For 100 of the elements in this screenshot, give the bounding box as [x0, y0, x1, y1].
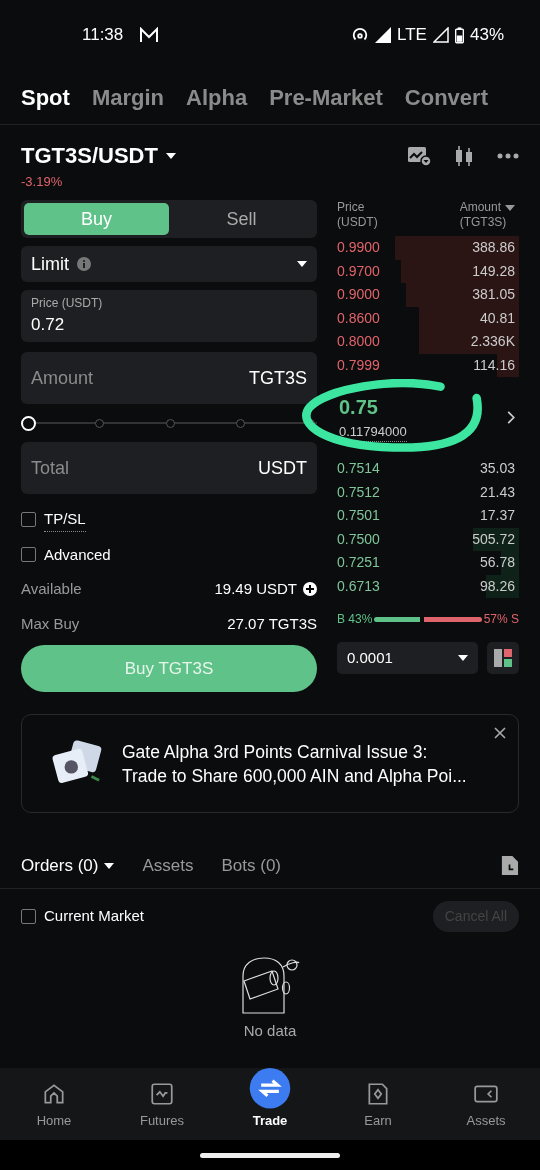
bid-row[interactable]: 0.7500 505.72	[337, 527, 519, 551]
nav-tab[interactable]: Home	[0, 1068, 108, 1140]
total-input[interactable]: Total	[31, 454, 258, 482]
ask-amount: 40.81	[479, 308, 515, 328]
ask-amount: 149.28	[472, 261, 515, 281]
checkbox[interactable]	[21, 512, 36, 528]
bid-row[interactable]: 0.6713 98.26	[337, 574, 519, 598]
amount-slider[interactable]	[21, 415, 317, 431]
ask-price[interactable]: 0.8000	[337, 331, 380, 353]
market-tab[interactable]: Pre-Market	[269, 80, 383, 114]
chart-icon	[149, 1080, 175, 1107]
diamond-card-icon	[365, 1080, 391, 1107]
slider-tick[interactable]	[95, 418, 105, 428]
empty-message: No data	[243, 1021, 297, 1041]
ask-row[interactable]: 0.8000 2.336K	[337, 330, 519, 354]
filter-label[interactable]: Current Market	[44, 905, 145, 928]
slider-tick[interactable]	[165, 418, 175, 428]
more-icon[interactable]	[497, 153, 519, 159]
ask-price[interactable]: 0.7999	[337, 354, 380, 376]
mail-icon	[139, 27, 160, 43]
available-value: 19.49 USDT	[214, 579, 297, 599]
checkbox[interactable]	[21, 547, 36, 563]
mark-price: 0.11794000	[339, 421, 407, 443]
nav-tab[interactable]: Trade	[216, 1068, 324, 1140]
sell-ratio: 57% S	[483, 611, 519, 628]
amount-field[interactable]: Amount TGT3S	[21, 352, 317, 404]
bid-price[interactable]: 0.7251	[337, 552, 380, 574]
option-label[interactable]: TP/SL	[44, 508, 86, 532]
precision-dropdown[interactable]: 0.0001	[337, 642, 478, 674]
ask-amount: 388.86	[472, 238, 515, 258]
ask-row[interactable]: 0.9700 149.28	[337, 259, 519, 283]
bid-price[interactable]: 0.7514	[337, 458, 380, 480]
bid-amount: 21.43	[479, 482, 515, 502]
bid-price[interactable]: 0.7500	[337, 528, 380, 550]
promo-banner[interactable]: Gate Alpha 3rd Points Carnival Issue 3: Trade to Share 600,000 AIN and Alpha Poi...	[21, 714, 519, 813]
caret-icon	[165, 152, 176, 159]
bid-amount: 35.03	[479, 459, 515, 479]
price-field[interactable]: Price (USDT) 0.72	[21, 290, 317, 342]
checkbox[interactable]	[21, 909, 36, 924]
order-type-dropdown[interactable]: Limit	[21, 246, 317, 282]
available-label: Available	[21, 579, 82, 599]
add-icon[interactable]	[303, 582, 317, 597]
close-icon[interactable]	[494, 727, 506, 739]
ask-price[interactable]: 0.9700	[337, 260, 380, 282]
caret-icon	[458, 655, 468, 661]
bid-amount: 505.72	[472, 529, 515, 549]
candlestick-icon[interactable]	[453, 145, 475, 167]
bid-price[interactable]: 0.6713	[337, 575, 380, 597]
info-icon	[77, 257, 91, 271]
battery-level: 43%	[469, 24, 504, 47]
bid-price[interactable]: 0.7501	[337, 505, 380, 527]
ask-price[interactable]: 0.9000	[337, 284, 380, 306]
orders-tab[interactable]: Bots (0)	[221, 852, 282, 879]
bid-row[interactable]: 0.7251 56.78	[337, 551, 519, 575]
bid-amount: 56.78	[479, 553, 515, 573]
market-tab[interactable]: Alpha	[186, 80, 248, 114]
total-field[interactable]: Total USDT	[21, 442, 317, 494]
ask-price[interactable]: 0.8600	[337, 307, 380, 329]
last-price: 0.75	[339, 394, 379, 420]
ask-amount: 381.05	[472, 285, 515, 305]
price-change: -3.19%	[21, 173, 64, 191]
slider-thumb[interactable]	[21, 415, 36, 431]
signal-icon	[432, 27, 449, 43]
max-buy-value: 27.07 TGT3S	[227, 613, 317, 634]
chart-alert-icon[interactable]	[407, 145, 431, 167]
market-tab[interactable]: Convert	[404, 80, 488, 114]
orders-tab[interactable]: Orders (0)	[21, 852, 115, 879]
caret-icon	[297, 261, 307, 267]
caret-icon	[104, 862, 115, 869]
ask-price[interactable]: 0.9900	[337, 237, 380, 259]
ask-row[interactable]: 0.8600 40.81	[337, 306, 519, 330]
nav-tab[interactable]: Earn	[324, 1068, 432, 1140]
banner-text: Gate Alpha 3rd Points Carnival Issue 3: Trade to Share 600,000 AIN and Alpha Poi...	[122, 740, 467, 788]
orders-tab[interactable]: Assets	[142, 852, 194, 879]
column-header: (TGT3S)	[459, 215, 507, 230]
slider-tick[interactable]	[235, 418, 245, 428]
ask-row[interactable]: 0.9900 388.86	[337, 236, 519, 260]
column-header[interactable]: Amount	[459, 200, 515, 215]
astronaut-binoculars-drawing	[240, 956, 300, 1014]
caret-icon	[505, 204, 515, 211]
price-input[interactable]: 0.72	[31, 312, 307, 338]
market-tab[interactable]: Margin	[91, 80, 164, 114]
chevron-right-icon[interactable]	[507, 410, 515, 424]
ask-amount: 2.336K	[470, 332, 515, 352]
option-label[interactable]: Advanced	[44, 543, 111, 566]
ask-row[interactable]: 0.9000 381.05	[337, 283, 519, 307]
pair-selector[interactable]: TGT3S/USDT	[21, 139, 176, 172]
nav-tab[interactable]: Futures	[108, 1068, 216, 1140]
history-icon[interactable]	[500, 855, 519, 876]
signal-icon	[375, 27, 392, 43]
network-label: LTE	[397, 24, 427, 47]
amount-input[interactable]: Amount	[31, 364, 249, 392]
buy-ratio: B 43%	[337, 611, 373, 628]
bid-price[interactable]: 0.7512	[337, 481, 380, 503]
market-tab[interactable]: Spot	[21, 80, 70, 114]
side-tab[interactable]: Sell	[169, 203, 314, 235]
layout-icon[interactable]	[487, 642, 519, 674]
nav-tab[interactable]: Assets	[432, 1068, 540, 1140]
max-buy-label: Max Buy	[21, 613, 80, 634]
ask-row[interactable]: 0.7999 114.16	[337, 353, 519, 377]
